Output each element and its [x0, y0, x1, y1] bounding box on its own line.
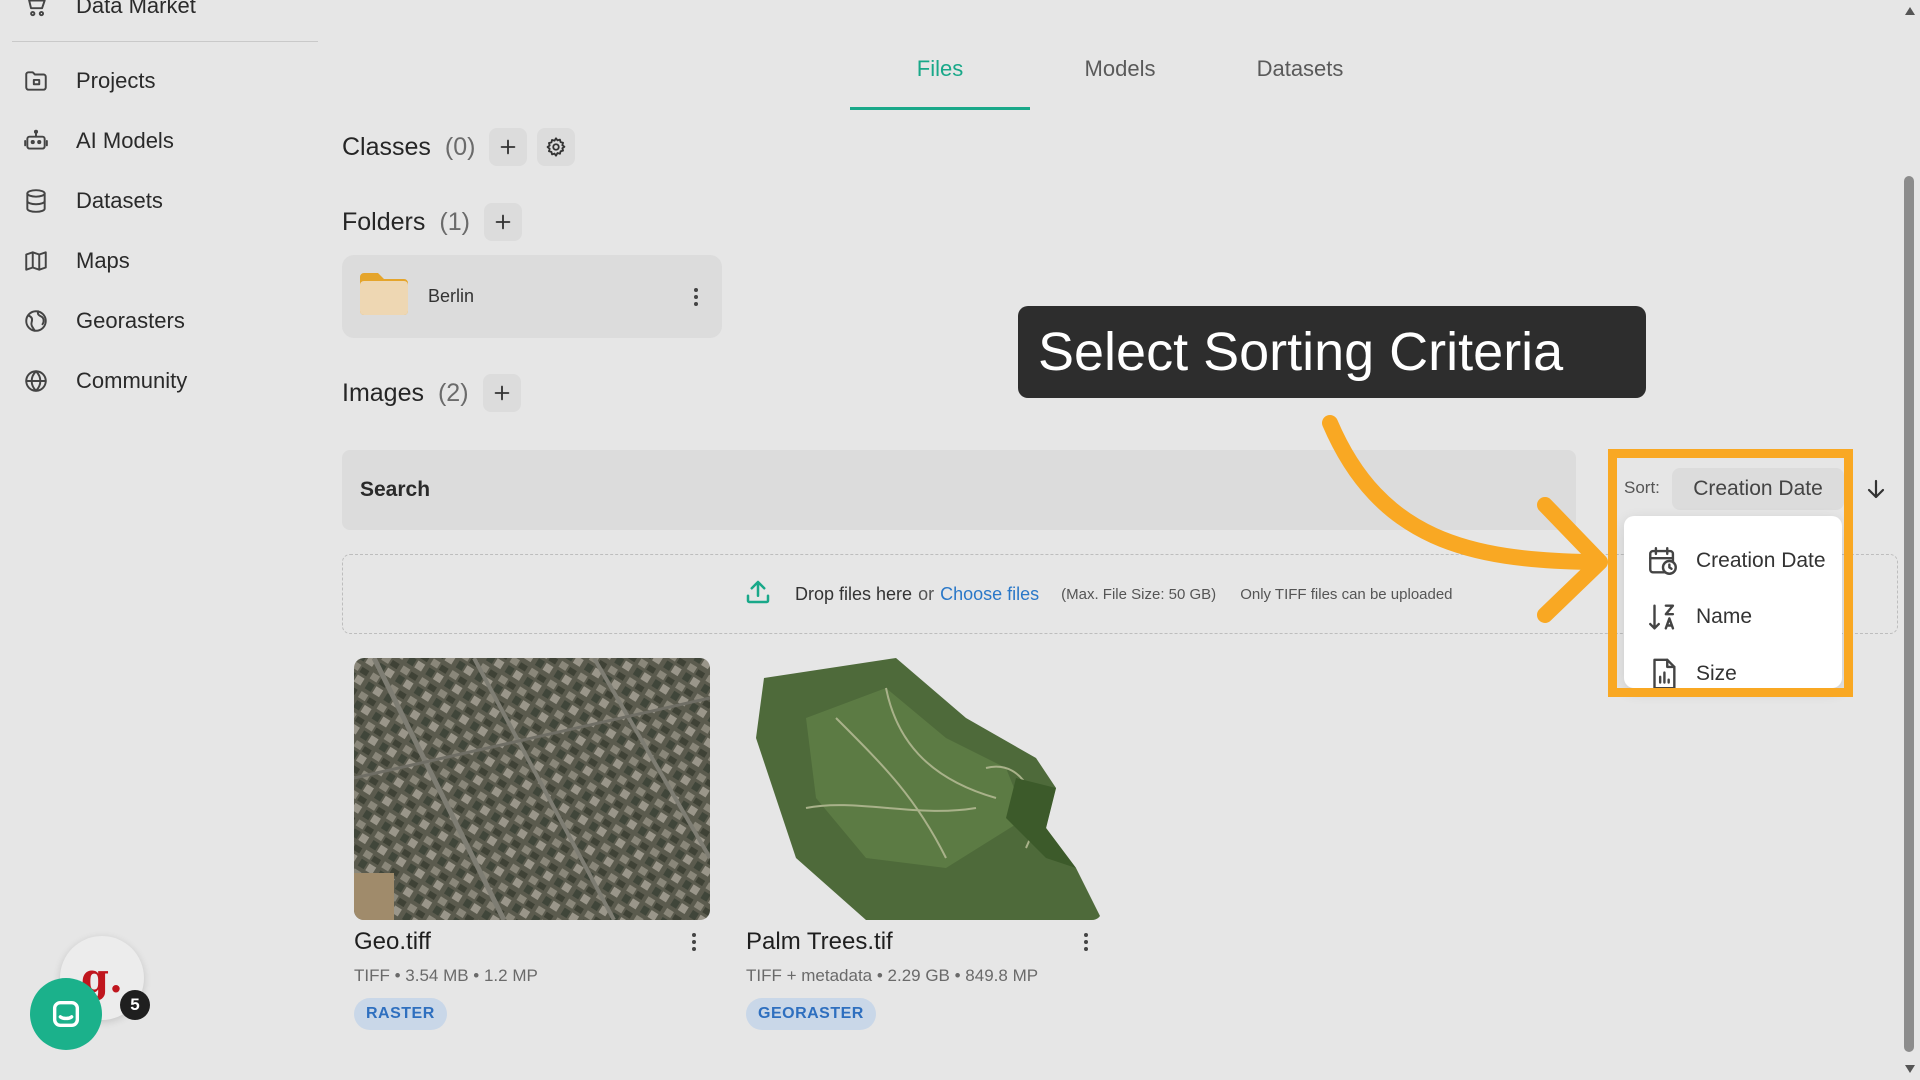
folders-count: (1): [439, 207, 470, 236]
search-box: [342, 450, 1576, 530]
images-section-header: Images (2): [342, 374, 521, 412]
folder-icon: [22, 67, 50, 95]
class-settings-button[interactable]: [537, 128, 576, 166]
image-thumbnail[interactable]: [746, 658, 1102, 920]
sort-select[interactable]: Creation Date: [1672, 468, 1844, 510]
tab-datasets[interactable]: Datasets: [1210, 48, 1390, 106]
chat-launcher-button[interactable]: [30, 978, 102, 1050]
sort-option-creation-date[interactable]: Creation Date: [1646, 540, 1826, 582]
sort-option-label: Size: [1696, 662, 1737, 685]
sidebar-item-label: Community: [76, 368, 188, 393]
file-chart-icon: [1653, 658, 1676, 690]
sort-option-size[interactable]: Size: [1646, 653, 1737, 695]
image-type-badge: GEORASTER: [746, 998, 876, 1030]
or-text: or: [918, 583, 935, 604]
sidebar-item-label: Maps: [76, 248, 130, 273]
image-title: Geo.tiff: [354, 928, 431, 955]
image-menu-button[interactable]: [1076, 929, 1096, 955]
folder-name: Berlin: [428, 286, 475, 306]
sort-direction-button[interactable]: [1856, 468, 1896, 510]
arrow-down-icon: [1867, 479, 1885, 499]
sidebar-item-label: AI Models: [76, 128, 174, 153]
sidebar-divider: [12, 41, 318, 42]
image-title: Palm Trees.tif: [746, 928, 893, 955]
notification-badge: 5: [120, 990, 150, 1020]
sort-option-label: Creation Date: [1696, 549, 1826, 572]
sidebar-item-label: Projects: [76, 68, 156, 93]
sort-az-icon: [1649, 604, 1675, 630]
chat-icon: [52, 1000, 80, 1028]
max-file-size-text: (Max. File Size: 50 GB): [1061, 585, 1217, 603]
image-card[interactable]: Palm Trees.tif TIFF + metadata • 2.29 GB…: [746, 658, 1102, 1030]
folder-card-berlin[interactable]: Berlin: [342, 255, 722, 338]
folders-title: Folders: [342, 207, 426, 236]
scroll-down-icon[interactable]: [1902, 1062, 1918, 1076]
sidebar-item-data-market[interactable]: Data Market: [22, 0, 302, 28]
folder-icon: [358, 271, 410, 322]
classes-title: Classes: [342, 132, 431, 161]
add-class-button[interactable]: [489, 128, 528, 166]
robot-icon: [22, 127, 50, 155]
search-input[interactable]: [360, 478, 1576, 502]
folder-menu-button[interactable]: [686, 284, 706, 310]
sidebar-item-maps[interactable]: Maps: [22, 239, 302, 283]
globe-icon: [22, 367, 50, 395]
globe-grid-icon: [22, 307, 50, 335]
scrollbar-thumb[interactable]: [1904, 176, 1914, 1052]
sidebar-item-datasets[interactable]: Datasets: [22, 179, 302, 223]
choose-files-link[interactable]: Choose files: [940, 584, 1039, 605]
sidebar: Data Market Projects AI Models Datasets …: [0, 0, 325, 1080]
plus-icon: [495, 214, 511, 230]
add-folder-button[interactable]: [483, 203, 522, 241]
folders-section-header: Folders (1): [342, 203, 522, 241]
sidebar-item-georasters[interactable]: Georasters: [22, 299, 302, 343]
images-count: (2): [437, 378, 469, 407]
scroll-up-icon[interactable]: [1902, 4, 1918, 18]
image-meta: TIFF • 3.54 MB • 1.2 MP: [354, 966, 538, 985]
calendar-clock-icon: [1649, 547, 1677, 575]
sidebar-item-community[interactable]: Community: [22, 359, 302, 403]
image-card[interactable]: Geo.tiff TIFF • 3.54 MB • 1.2 MP RASTER: [354, 658, 710, 1030]
sidebar-item-label: Georasters: [76, 308, 185, 333]
tab-files[interactable]: Files: [850, 48, 1030, 110]
images-title: Images: [342, 378, 424, 407]
tab-models[interactable]: Models: [1030, 48, 1210, 106]
image-menu-button[interactable]: [684, 929, 704, 955]
classes-section-header: Classes (0): [342, 128, 576, 166]
plus-icon: [494, 385, 509, 401]
add-image-button[interactable]: [482, 374, 521, 412]
sort-dropdown-menu: Creation Date Name Size: [1624, 516, 1842, 690]
image-type-badge: RASTER: [354, 998, 447, 1030]
classes-count: (0): [444, 132, 476, 161]
plus-icon: [501, 139, 516, 155]
map-icon: [22, 247, 50, 275]
callout-text: Select Sorting Criteria: [1038, 322, 1564, 382]
sort-label: Sort:: [1624, 478, 1660, 497]
cart-icon: [22, 0, 50, 20]
drop-files-text: Drop files here: [795, 583, 913, 604]
sort-option-name[interactable]: Name: [1646, 596, 1752, 638]
sidebar-item-ai-models[interactable]: AI Models: [22, 119, 302, 163]
database-icon: [22, 187, 50, 215]
tiff-only-text: Only TIFF files can be uploaded: [1240, 585, 1453, 603]
sort-option-label: Name: [1696, 605, 1753, 628]
gear-icon: [547, 137, 566, 157]
image-thumbnail[interactable]: [354, 658, 710, 920]
main-tabs: Files Models Datasets: [850, 48, 1390, 110]
upload-icon: [743, 577, 773, 612]
sidebar-item-label: Data Market: [76, 0, 196, 18]
sidebar-item-label: Datasets: [76, 188, 163, 213]
tutorial-callout: Select Sorting Criteria: [1018, 306, 1646, 398]
image-meta: TIFF + metadata • 2.29 GB • 849.8 MP: [746, 966, 1039, 985]
sidebar-item-projects[interactable]: Projects: [22, 59, 302, 103]
